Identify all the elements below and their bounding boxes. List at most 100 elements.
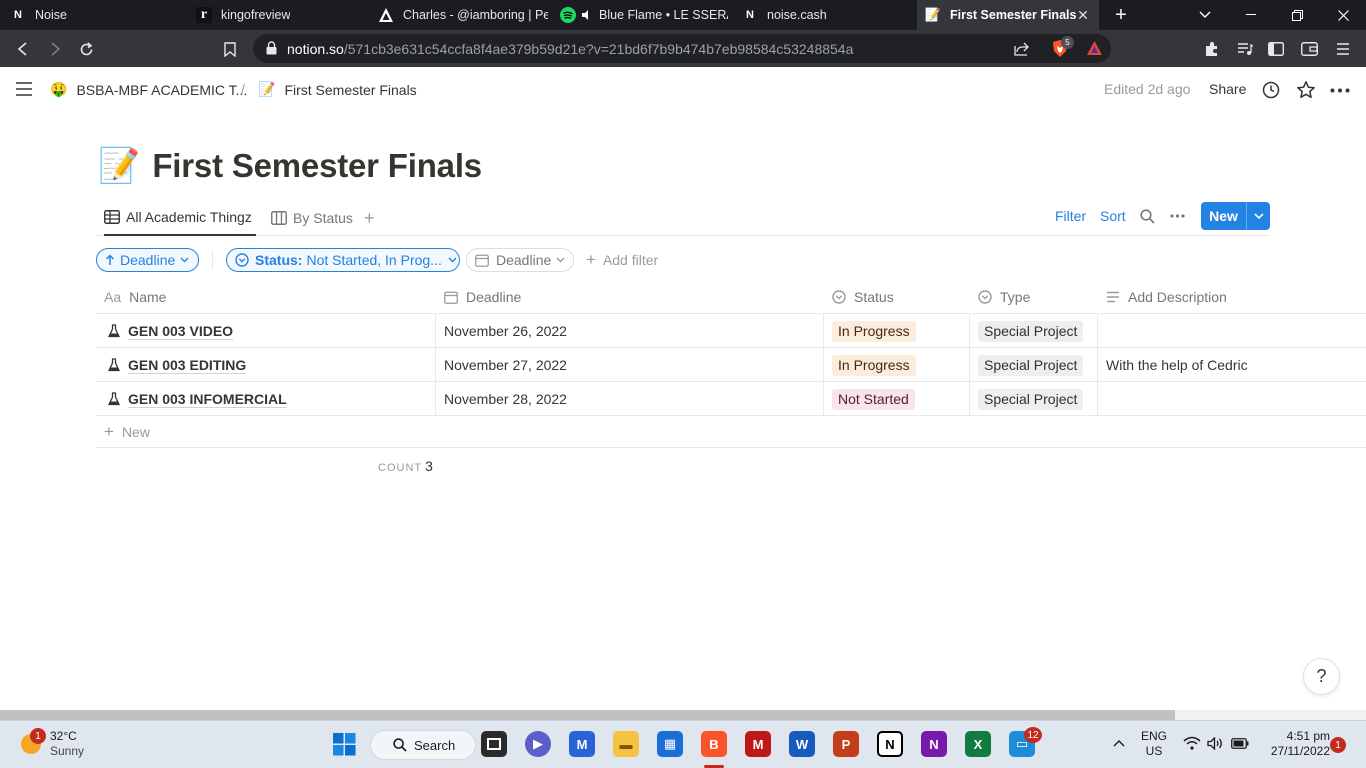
windows-start-icon[interactable] [333,733,356,756]
table-row[interactable]: GEN 003 VIDEO November 26, 2022 In Progr… [96,314,1366,348]
breadcrumb-workspace[interactable]: 🤑 BSBA-MBF ACADEMIC T... [50,81,247,98]
type-cell[interactable]: Special Project [978,314,1084,348]
deadline-filter-pill[interactable]: Deadline [466,248,574,272]
sidebar-toggle-icon[interactable] [1265,38,1287,60]
restore-button[interactable] [1274,0,1320,30]
more-options-icon[interactable] [1330,88,1350,93]
breadcrumb-page[interactable]: 📝 First Semester Finals [258,81,417,98]
close-tab-icon[interactable]: ✕ [1075,7,1091,23]
record-name[interactable]: GEN 003 VIDEO [128,323,233,339]
wifi-icon[interactable] [1183,736,1201,750]
column-header-type[interactable]: Type [978,280,1030,314]
column-header-description[interactable]: Add Description [1106,280,1227,314]
back-button[interactable] [12,38,34,60]
deadline-cell[interactable]: November 27, 2022 [444,348,567,382]
share-button[interactable]: Share [1209,81,1246,97]
volume-icon[interactable] [1207,737,1223,750]
taskbar-search[interactable]: Search [370,730,476,760]
add-view-plus-icon[interactable]: + [364,200,375,236]
column-header-name[interactable]: Aa Name [104,280,166,314]
column-header-deadline[interactable]: Deadline [444,280,521,314]
new-record-button[interactable]: New [1201,202,1270,230]
app-icon[interactable]: M [569,731,595,757]
deadline-cell[interactable]: November 26, 2022 [444,314,567,348]
wallet-icon[interactable] [1298,38,1320,60]
status-cell[interactable]: In Progress [832,314,916,348]
weather-widget[interactable]: 32°C Sunny [50,729,84,759]
status-cell[interactable]: Not Started [832,382,915,416]
table-row[interactable]: GEN 003 EDITING November 27, 2022 In Pro… [96,348,1366,382]
mcafee-icon[interactable]: M [745,731,771,757]
horizontal-scrollbar[interactable] [0,710,1366,720]
notification-badge[interactable]: 1 [1330,737,1346,753]
tab-search-chevron-icon[interactable] [1182,0,1228,30]
add-row[interactable]: + New [104,416,150,448]
search-icon[interactable] [1140,209,1155,224]
share-page-icon[interactable] [1014,41,1030,56]
chat-icon[interactable]: ▶ [525,731,551,757]
file-explorer-icon[interactable]: ▬ [613,731,639,757]
add-row-button[interactable]: + New [96,416,1366,448]
column-header-status[interactable]: Status [832,280,894,314]
forward-button[interactable] [44,38,66,60]
reload-button[interactable] [75,38,97,60]
chevron-up-icon[interactable] [1113,739,1125,747]
updates-clock-icon[interactable] [1262,81,1280,99]
browser-tab-noise[interactable]: N Noise [10,0,185,30]
battery-icon[interactable] [1231,738,1249,749]
media-playlist-icon[interactable] [1234,38,1256,60]
filter-button[interactable]: Filter [1055,208,1086,224]
browser-tab-noise-cash[interactable]: N noise.cash [742,0,912,30]
deadline-cell[interactable]: November 28, 2022 [444,382,567,416]
browser-tab-spotify[interactable]: Blue Flame • LE SSERAFIM [560,0,728,30]
type-cell[interactable]: Special Project [978,382,1084,416]
scrollbar-thumb[interactable] [0,710,1175,720]
name-cell[interactable]: GEN 003 INFOMERCIAL [108,382,287,416]
browser-tab-first-semester-finals[interactable]: 📝 First Semester Finals ✕ [917,0,1099,30]
sort-deadline-pill[interactable]: Deadline [96,248,199,272]
page-title[interactable]: First Semester Finals [152,147,482,185]
record-name[interactable]: GEN 003 EDITING [128,357,246,373]
brave-shields-icon[interactable]: 5 [1051,36,1074,58]
tab-all-academic-thingz[interactable]: All Academic Thingz [104,200,256,236]
help-button[interactable]: ? [1303,658,1340,695]
minimize-button[interactable] [1228,0,1274,30]
language-indicator[interactable]: ENG US [1138,729,1170,759]
task-view-icon[interactable] [481,731,507,757]
clock[interactable]: 4:51 pm 27/11/2022 [1258,729,1330,759]
extensions-icon[interactable] [1201,38,1223,60]
record-name[interactable]: GEN 003 INFOMERCIAL [128,391,287,407]
powerpoint-icon[interactable]: P [833,731,859,757]
browser-tab-kingofreview[interactable]: r kingofreview [196,0,366,30]
name-cell[interactable]: GEN 003 EDITING [108,348,246,382]
sun-weather-icon[interactable]: 1 [20,728,46,755]
chevron-down-icon[interactable] [1247,213,1270,219]
description-cell[interactable]: With the help of Cedric [1106,348,1248,382]
excel-icon[interactable]: X [965,731,991,757]
brave-rewards-icon[interactable] [1086,40,1103,56]
name-cell[interactable]: GEN 003 VIDEO [108,314,233,348]
browser-menu-icon[interactable] [1332,38,1354,60]
address-bar[interactable]: notion.so/571cb3e631c54ccfa8f4ae379b59d2… [253,34,1111,63]
table-row[interactable]: GEN 003 INFOMERCIAL November 28, 2022 No… [96,382,1366,416]
count-calculation[interactable]: COUNT 3 [378,458,433,474]
onenote-icon[interactable]: N [921,731,947,757]
memo-icon[interactable]: 📝 [98,146,140,186]
favorite-star-icon[interactable] [1296,80,1316,100]
sort-button[interactable]: Sort [1100,208,1126,224]
tab-by-status[interactable]: By Status [271,200,353,236]
close-window-button[interactable] [1320,0,1366,30]
notion-icon[interactable]: N [877,731,903,757]
microsoft-store-icon[interactable]: ▦ [657,731,683,757]
bookmark-icon[interactable] [219,38,241,60]
status-filter-pill[interactable]: Status: Not Started, In Prog... [226,248,460,272]
browser-tab-charles[interactable]: Charles - @iamboring | Pea [378,0,548,30]
type-cell[interactable]: Special Project [978,348,1084,382]
new-tab-button[interactable]: + [1110,4,1132,26]
speaker-icon[interactable] [581,9,593,21]
add-filter-button[interactable]: + Add filter [578,248,666,272]
word-icon[interactable]: W [789,731,815,757]
view-more-options-icon[interactable] [1170,214,1185,218]
hamburger-menu-icon[interactable] [15,82,33,96]
brave-browser-icon[interactable]: B [701,731,727,757]
